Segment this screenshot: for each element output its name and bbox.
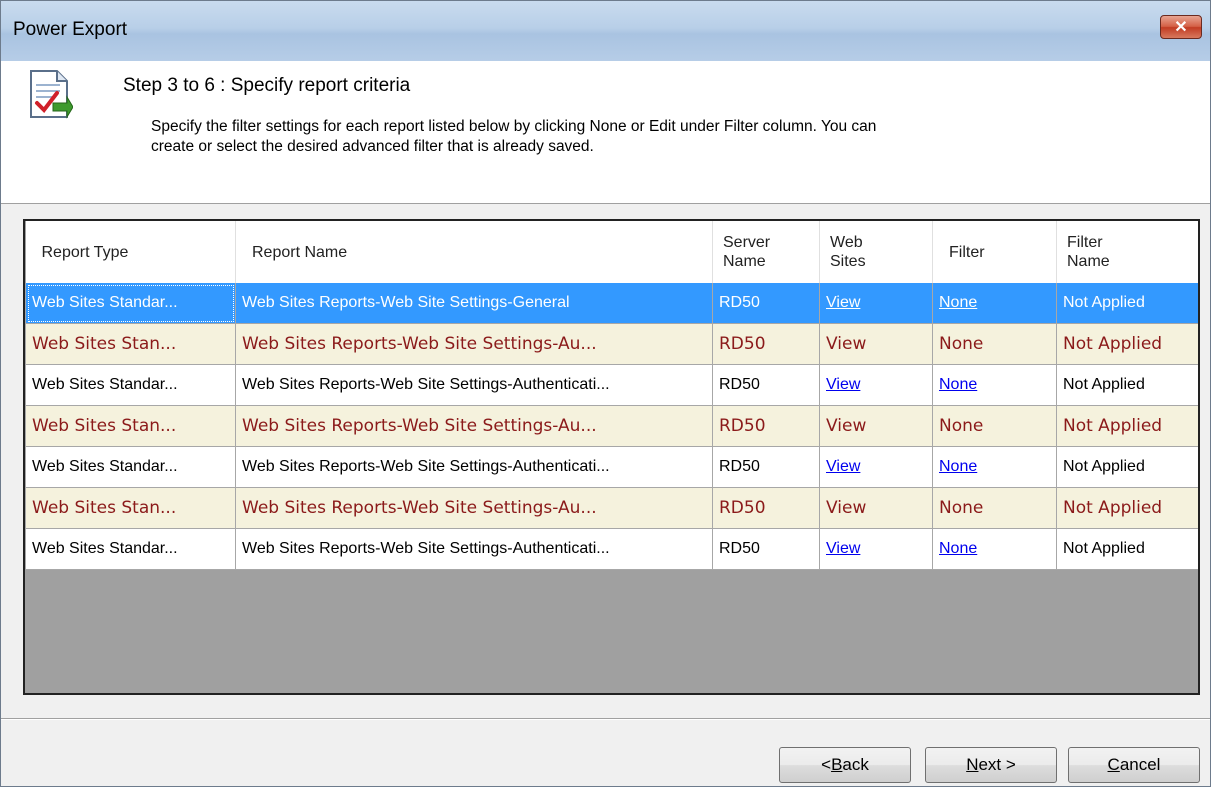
view-link[interactable]: View	[826, 294, 860, 311]
footer-separator	[1, 718, 1210, 720]
table-row[interactable]: Web Sites Stan... Web Sites Reports-Web …	[25, 405, 1198, 447]
view-link[interactable]: View	[826, 540, 860, 557]
close-button[interactable]: ✕	[1160, 15, 1202, 39]
close-icon: ✕	[1174, 19, 1188, 36]
col-header-web-sites[interactable]: Web Sites	[819, 221, 933, 283]
window-title: Power Export	[13, 19, 128, 40]
cell-report-name[interactable]: Web Sites Reports-Web Site Settings-Auth…	[235, 364, 713, 406]
cell-report-type[interactable]: Web Sites Stan...	[25, 487, 236, 529]
cell-server[interactable]: RD50	[712, 487, 820, 529]
report-grid[interactable]: Report Type Report Name Server Name Web Si…	[23, 219, 1200, 695]
cell-report-name[interactable]: Web Sites Reports-Web Site Settings-Gene…	[235, 283, 713, 324]
col-header-filtername-line1: Filter	[1067, 234, 1103, 251]
next-mnemonic: N	[966, 755, 979, 774]
table-row[interactable]: Web Sites Stan... Web Sites Reports-Web …	[25, 487, 1198, 529]
cell-server[interactable]: RD50	[712, 323, 820, 365]
col-header-web-line2: Sites	[830, 253, 866, 270]
cell-report-name[interactable]: Web Sites Reports-Web Site Settings-Au..…	[235, 405, 713, 447]
title-bar[interactable]: Power Export ✕	[1, 1, 1210, 61]
cell-report-type[interactable]: Web Sites Standar...	[25, 364, 236, 406]
filter-none-link[interactable]: None	[939, 376, 977, 393]
view-link[interactable]: View	[826, 376, 860, 393]
back-prefix: <	[821, 755, 832, 774]
cell-filter[interactable]: None	[932, 364, 1057, 406]
header-row: Report Type Report Name Server Name Web Si…	[25, 221, 1198, 283]
col-header-filter[interactable]: Filter	[932, 221, 1057, 283]
back-button[interactable]: < Back	[779, 747, 911, 783]
cell-report-type[interactable]: Web Sites Standar...	[25, 283, 236, 324]
view-link[interactable]: View	[826, 458, 860, 475]
cell-web-sites[interactable]: View	[819, 364, 933, 406]
cell-web-sites[interactable]: View	[819, 405, 933, 447]
cell-filter-name[interactable]: Not Applied	[1056, 364, 1198, 406]
cell-report-type[interactable]: Web Sites Standar...	[25, 528, 236, 570]
next-rest: ext >	[978, 755, 1016, 774]
cell-filter[interactable]: None	[932, 446, 1057, 488]
cell-server[interactable]: RD50	[712, 364, 820, 406]
cell-filter-name[interactable]: Not Applied	[1056, 528, 1198, 570]
col-header-server-line1: Server	[723, 234, 771, 251]
col-header-report-type[interactable]: Report Type	[25, 221, 236, 283]
filter-none-link[interactable]: None	[939, 458, 977, 475]
cell-server[interactable]: RD50	[712, 446, 820, 488]
back-rest: ack	[842, 755, 869, 774]
cell-filter[interactable]: None	[932, 405, 1057, 447]
table-row[interactable]: Web Sites Standar... Web Sites Reports-W…	[25, 283, 1198, 324]
cell-report-name[interactable]: Web Sites Reports-Web Site Settings-Au..…	[235, 323, 713, 365]
table-row[interactable]: Web Sites Standar... Web Sites Reports-W…	[25, 364, 1198, 406]
col-header-web-line1: Web	[830, 234, 863, 251]
cell-web-sites[interactable]: View	[819, 446, 933, 488]
col-header-filtername-line2: Name	[1067, 253, 1110, 270]
description-line-1: Specify the filter settings for each rep…	[151, 118, 877, 135]
report-table: Report Type Report Name Server Name Web Si…	[25, 221, 1198, 570]
cell-web-sites[interactable]: View	[819, 323, 933, 365]
cancel-rest: ancel	[1119, 755, 1161, 774]
table-row[interactable]: Web Sites Stan... Web Sites Reports-Web …	[25, 323, 1198, 365]
cell-report-type[interactable]: Web Sites Stan...	[25, 323, 236, 365]
cell-server[interactable]: RD50	[712, 405, 820, 447]
filter-none-link[interactable]: None	[939, 540, 977, 557]
cell-filter[interactable]: None	[932, 323, 1057, 365]
cell-report-type[interactable]: Web Sites Stan...	[25, 405, 236, 447]
table-row[interactable]: Web Sites Standar... Web Sites Reports-W…	[25, 528, 1198, 570]
cell-filter-name[interactable]: Not Applied	[1056, 323, 1198, 365]
col-header-server-name[interactable]: Server Name	[712, 221, 820, 283]
cell-filter-name[interactable]: Not Applied	[1056, 487, 1198, 529]
back-mnemonic: B	[831, 755, 843, 774]
cell-report-name[interactable]: Web Sites Reports-Web Site Settings-Au..…	[235, 487, 713, 529]
cell-filter[interactable]: None	[932, 283, 1057, 324]
cancel-mnemonic: C	[1107, 755, 1120, 774]
cell-report-name[interactable]: Web Sites Reports-Web Site Settings-Auth…	[235, 528, 713, 570]
cell-filter[interactable]: None	[932, 528, 1057, 570]
cancel-button[interactable]: Cancel	[1068, 747, 1200, 783]
table-row[interactable]: Web Sites Standar... Web Sites Reports-W…	[25, 446, 1198, 488]
cell-filter-name[interactable]: Not Applied	[1056, 283, 1198, 324]
step-description: Specify the filter settings for each rep…	[151, 117, 1111, 157]
cell-filter[interactable]: None	[932, 487, 1057, 529]
cell-web-sites[interactable]: View	[819, 283, 933, 324]
cell-server[interactable]: RD50	[712, 528, 820, 570]
filter-none-link[interactable]: None	[939, 294, 977, 311]
cell-report-type[interactable]: Web Sites Standar...	[25, 446, 236, 488]
cell-web-sites[interactable]: View	[819, 528, 933, 570]
col-header-server-line2: Name	[723, 253, 766, 270]
report-check-icon	[30, 70, 73, 119]
col-header-filter-name[interactable]: Filter Name	[1056, 221, 1198, 283]
col-header-report-name[interactable]: Report Name	[235, 221, 713, 283]
next-button[interactable]: Next >	[925, 747, 1057, 783]
cell-filter-name[interactable]: Not Applied	[1056, 446, 1198, 488]
cell-report-name[interactable]: Web Sites Reports-Web Site Settings-Auth…	[235, 446, 713, 488]
power-export-window: Power Export ✕ Step 3 to 6 : Specify rep…	[0, 0, 1211, 787]
cell-filter-name[interactable]: Not Applied	[1056, 405, 1198, 447]
step-title: Step 3 to 6 : Specify report criteria	[123, 75, 411, 96]
description-line-2: create or select the desired advanced fi…	[151, 138, 594, 155]
cell-server[interactable]: RD50	[712, 283, 820, 324]
cell-web-sites[interactable]: View	[819, 487, 933, 529]
